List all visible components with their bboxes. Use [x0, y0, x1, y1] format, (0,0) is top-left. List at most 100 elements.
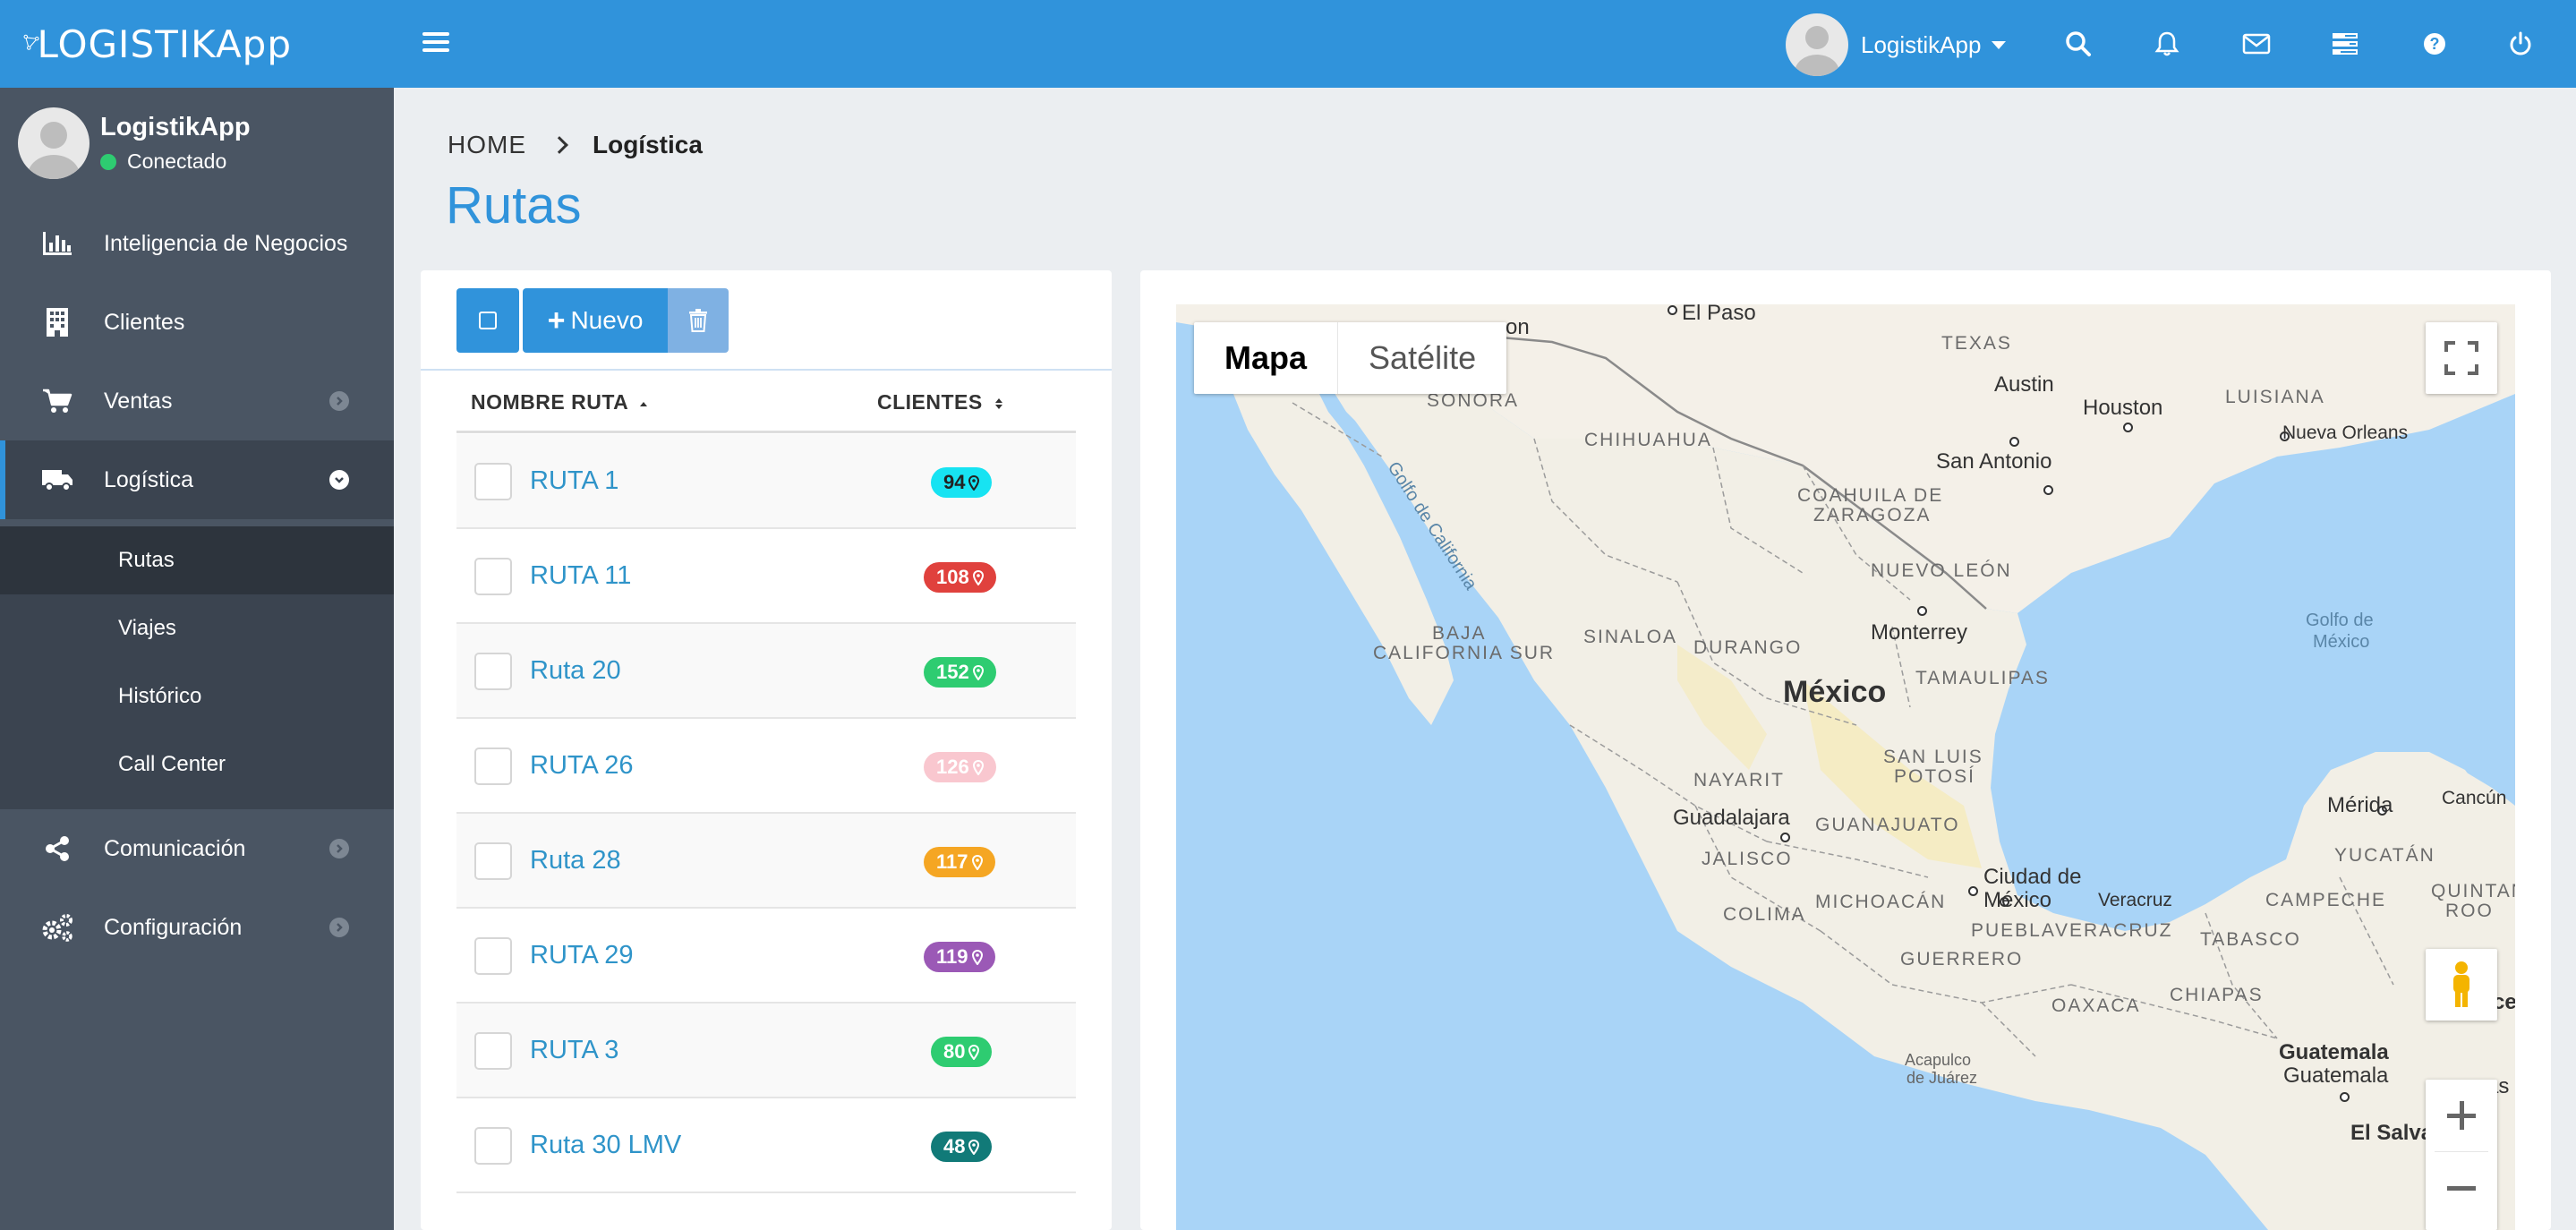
row-checkbox[interactable]: [474, 1032, 512, 1070]
city-marker: [1668, 305, 1677, 315]
route-name-link[interactable]: Ruta 30 LMV: [530, 1131, 681, 1160]
row-checkbox[interactable]: [474, 653, 512, 690]
clients-count: 48: [943, 1135, 966, 1157]
map-label: SINALOA: [1583, 627, 1678, 647]
status-indicator: Conectado: [100, 149, 251, 174]
map-label: Houston: [2083, 396, 2163, 420]
plus-icon: +: [547, 303, 566, 337]
map-marker-icon: [971, 949, 983, 965]
table-row: Ruta 20 152: [456, 624, 1076, 719]
sidebar-subitem-label: Histórico: [118, 684, 202, 708]
table-row: Ruta 28 117: [456, 814, 1076, 909]
route-name-link[interactable]: Ruta 28: [530, 846, 621, 876]
map-label: San Antonio: [1936, 449, 2052, 474]
row-checkbox[interactable]: [474, 747, 512, 785]
column-header-nombre-ruta[interactable]: NOMBRE RUTA: [471, 390, 648, 414]
power-icon[interactable]: [2503, 26, 2538, 62]
table-toolbar: + Nuevo: [456, 288, 729, 353]
bar-chart-icon: [38, 224, 77, 263]
clients-count-badge: 48: [931, 1132, 993, 1162]
new-route-button[interactable]: + Nuevo: [523, 288, 668, 353]
clients-count: 80: [943, 1040, 966, 1063]
envelope-icon[interactable]: [2239, 26, 2274, 62]
user-menu[interactable]: LogistikApp: [1786, 13, 2007, 76]
minus-icon: [2447, 1186, 2476, 1191]
sidebar-item-logistica[interactable]: Logística: [0, 440, 394, 519]
online-dot-icon: [100, 153, 116, 170]
bell-icon[interactable]: [2149, 26, 2185, 62]
city-marker: [2123, 423, 2133, 432]
menu-toggle-icon[interactable]: [422, 29, 449, 56]
sidebar-item-comunicacion[interactable]: Comunicación: [0, 809, 394, 888]
city-marker: [1780, 833, 1790, 842]
map-label: PUEBLA: [1971, 920, 2056, 941]
map-type-map-button[interactable]: Mapa: [1194, 322, 1337, 394]
sidebar-subitem-viajes[interactable]: Viajes: [0, 594, 394, 662]
tasks-icon[interactable]: [2327, 26, 2363, 62]
row-checkbox[interactable]: [474, 937, 512, 975]
city-marker: [2043, 485, 2053, 495]
breadcrumb-home-link[interactable]: HOME: [448, 131, 526, 159]
map-label: MICHOACÁN: [1815, 892, 1947, 912]
map-label: El Salva: [2350, 1121, 2434, 1145]
table-row: RUTA 11 108: [456, 529, 1076, 624]
table-row: RUTA 3 80: [456, 1004, 1076, 1098]
row-checkbox[interactable]: [474, 1127, 512, 1165]
sidebar-subitem-rutas[interactable]: Rutas: [0, 526, 394, 594]
map-label: QUINTANA: [2431, 881, 2515, 901]
street-view-button[interactable]: [2426, 949, 2497, 1021]
table-row: RUTA 29 119: [456, 909, 1076, 1004]
cart-icon: [38, 381, 77, 421]
row-checkbox[interactable]: [474, 842, 512, 880]
search-icon[interactable]: [2060, 26, 2096, 62]
map-canvas[interactable]: El Paso on TEXAS Austin Houston LUISIANA…: [1176, 304, 2515, 1230]
route-name-link[interactable]: RUTA 1: [530, 466, 618, 496]
map-marker-icon: [971, 854, 983, 870]
zoom-in-button[interactable]: [2426, 1080, 2497, 1151]
logo-text: LOGISTIKApp: [37, 21, 292, 66]
sidebar-user-name: LogistikApp: [100, 113, 251, 141]
sort-icon: [994, 397, 1002, 409]
column-header-clientes[interactable]: CLIENTES: [877, 390, 1003, 414]
map-type-satellite-button[interactable]: Satélite: [1337, 322, 1506, 394]
city-marker: [2340, 1092, 2350, 1102]
map-label: CHIHUAHUA: [1584, 430, 1712, 450]
chevron-down-icon: [1992, 40, 2007, 49]
column-header-label: CLIENTES: [877, 390, 983, 414]
route-name-link[interactable]: Ruta 20: [530, 656, 621, 686]
map-label: GUANAJUATO: [1815, 815, 1960, 835]
map-label: México: [1983, 888, 2052, 912]
sidebar-subitem-historico[interactable]: Histórico: [0, 662, 394, 730]
city-marker: [1968, 886, 1978, 896]
map-label: Guatemala: [2283, 1063, 2389, 1088]
zoom-out-button[interactable]: [2426, 1152, 2497, 1224]
sidebar-item-label: Comunicación: [104, 835, 246, 861]
map-marker-icon: [972, 759, 984, 775]
sidebar-item-clientes[interactable]: Clientes: [0, 283, 394, 362]
building-icon: [38, 303, 77, 342]
route-name-link[interactable]: RUTA 29: [530, 941, 634, 970]
route-name-link[interactable]: RUTA 26: [530, 751, 634, 781]
table-row: RUTA 26 126: [456, 719, 1076, 814]
sidebar-subitem-call-center[interactable]: Call Center: [0, 730, 394, 799]
user-name: LogistikApp: [1861, 30, 1982, 58]
route-name-link[interactable]: RUTA 3: [530, 1036, 618, 1065]
map-label: NAYARIT: [1693, 770, 1785, 790]
delete-button[interactable]: [668, 288, 729, 353]
app-logo[interactable]: LOGISTIKApp: [23, 13, 292, 75]
question-icon[interactable]: ?: [2417, 26, 2452, 62]
row-checkbox[interactable]: [474, 558, 512, 595]
select-all-button[interactable]: [456, 288, 519, 353]
avatar: [1786, 13, 1848, 76]
chevron-right-icon: [329, 839, 349, 858]
row-checkbox[interactable]: [474, 463, 512, 500]
sidebar-item-ventas[interactable]: Ventas: [0, 362, 394, 440]
plus-icon: [2447, 1101, 2476, 1130]
route-name-link[interactable]: RUTA 11: [530, 561, 631, 591]
sidebar-item-configuracion[interactable]: Configuración: [0, 888, 394, 967]
clients-count-badge: 119: [924, 942, 995, 972]
map-label: Veracruz: [2098, 890, 2172, 910]
page-title: Rutas: [446, 176, 582, 235]
sidebar-item-business-intelligence[interactable]: Inteligencia de Negocios: [0, 204, 394, 283]
fullscreen-button[interactable]: [2426, 322, 2497, 394]
